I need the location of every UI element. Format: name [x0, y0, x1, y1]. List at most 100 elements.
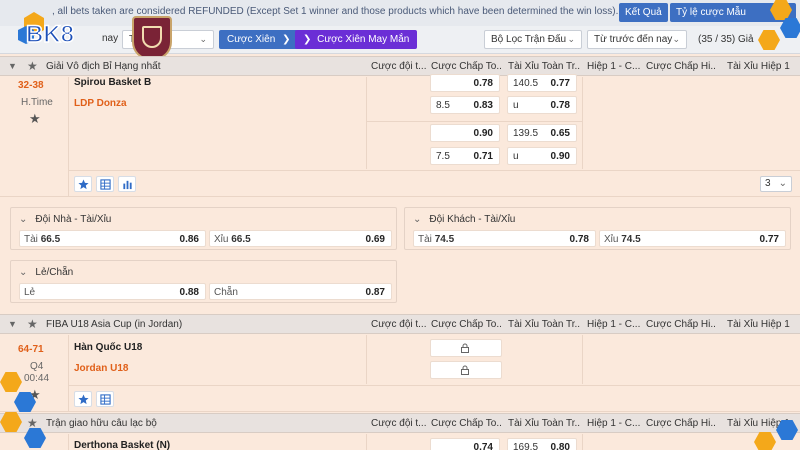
- odd-price: 0.77: [550, 78, 570, 89]
- odd-price: 0.90: [473, 128, 493, 139]
- odd-price: 0.83: [473, 100, 493, 111]
- lucky-arrow-icon: ❯: [303, 34, 312, 45]
- handicap-odd[interactable]: 0.78: [430, 74, 500, 92]
- lock-icon: [461, 365, 469, 375]
- odd-line: 8.5: [436, 100, 450, 111]
- odd-price: 0.78: [550, 100, 570, 111]
- results-button[interactable]: Kết Quả: [619, 3, 668, 22]
- league-header[interactable]: ▼ ★ FIBA U18 Asia Cup (in Jordan) Cược đ…: [0, 314, 800, 334]
- odd-price: 0.90: [550, 151, 570, 162]
- col-header-moneyline: Cược đội t...: [371, 319, 427, 330]
- collapse-icon[interactable]: ▼: [8, 61, 17, 71]
- total-odd[interactable]: 169.5 0.80: [507, 438, 577, 450]
- pick-label: Xỉu 66.5: [214, 234, 251, 245]
- lucky-parlay-button[interactable]: ❯ Cược Xiên May Mắn: [295, 30, 418, 49]
- locked-odd: [430, 339, 502, 357]
- handicap-odd[interactable]: 0.90: [430, 124, 500, 142]
- pick-label: Lẻ: [24, 287, 36, 298]
- pick-price: 0.69: [365, 234, 385, 245]
- col-header-1h-moneyline: Hiệp 1 - C...: [587, 319, 641, 330]
- col-header-total: Tài Xỉu Toàn Tr...: [508, 418, 580, 429]
- match-score: 32-38: [18, 80, 44, 91]
- lucky-parlay-label: Cược Xiên May Mắn: [317, 34, 410, 45]
- pick-price: 0.86: [179, 234, 199, 245]
- lock-icon: [461, 343, 469, 353]
- over-pick[interactable]: Tài 74.5 0.78: [413, 230, 596, 247]
- match-row: 64-71 Q4 00:44 ★ Hàn Quốc U18 Jordan U18: [0, 335, 800, 412]
- favorite-star-icon[interactable]: ★: [29, 111, 41, 127]
- odd-pick[interactable]: Lẻ 0.88: [19, 283, 206, 300]
- match-clock: 00:44: [24, 373, 50, 384]
- star-icon[interactable]: ★: [27, 416, 38, 430]
- col-header-1h-moneyline: Hiệp 1 - C...: [587, 61, 641, 72]
- favorite-star-icon[interactable]: [74, 391, 92, 407]
- pick-label: Chẵn: [214, 287, 238, 298]
- col-header-1h-moneyline: Hiệp 1 - C...: [587, 418, 641, 429]
- col-header-1h-total: Tài Xỉu Hiệp 1: [727, 319, 790, 330]
- col-header-total: Tài Xỉu Toàn Tr...: [508, 319, 580, 330]
- collapse-icon[interactable]: ▼: [8, 319, 17, 329]
- even-pick[interactable]: Chẵn 0.87: [209, 283, 392, 300]
- handicap-odd[interactable]: 0.74: [430, 438, 500, 450]
- favorite-star-icon[interactable]: [74, 176, 92, 192]
- match-row: 32-38 H.Time ★ Spirou Basket B LDP Donza…: [0, 74, 800, 197]
- total-odd[interactable]: 139.5 0.65: [507, 124, 577, 142]
- odd-line: u: [513, 100, 519, 111]
- odd-line: 140.5: [513, 78, 539, 89]
- stats-table-icon[interactable]: [96, 391, 114, 407]
- chevron-down-icon: ⌄: [413, 214, 422, 225]
- league-header[interactable]: ▼ ★ Trận giao hữu câu lạc bộ Cược đội t.…: [0, 413, 800, 433]
- match-score: 64-71: [18, 344, 44, 355]
- col-header-handicap: Cược Chấp To...: [431, 61, 501, 72]
- stats-table-icon[interactable]: [96, 176, 114, 192]
- col-header-moneyline: Cược đội t...: [371, 61, 427, 72]
- pick-price: 0.78: [569, 234, 589, 245]
- star-icon[interactable]: ★: [27, 59, 38, 73]
- chevron-down-icon: ⌄: [672, 34, 680, 44]
- handicap-odd[interactable]: 7.5 0.71: [430, 147, 500, 165]
- notice-bar: , all bets taken are considered REFUNDED…: [0, 0, 800, 26]
- league-name: FIBA U18 Asia Cup (in Jordan): [46, 319, 183, 330]
- odd-line: u: [513, 151, 519, 162]
- total-odd[interactable]: u 0.78: [507, 96, 577, 114]
- bar-chart-icon[interactable]: [118, 176, 136, 192]
- odd-price: 0.74: [473, 442, 493, 450]
- match-count: (35 / 35) Giả: [698, 34, 754, 45]
- match-period: Q4: [30, 361, 44, 372]
- under-pick[interactable]: Xỉu 74.5 0.77: [599, 230, 786, 247]
- handicap-odd[interactable]: 8.5 0.83: [430, 96, 500, 114]
- more-count: 3: [765, 178, 771, 189]
- chevron-down-icon: ⌄: [778, 178, 787, 189]
- col-header-moneyline: Cược đội t...: [371, 418, 427, 429]
- chevron-right-icon: ❯: [282, 34, 291, 45]
- chevron-down-icon: ⌄: [19, 214, 28, 225]
- more-markets-select[interactable]: 3 ⌄: [760, 176, 792, 192]
- pick-label: Tài 74.5: [418, 234, 455, 245]
- pick-price: 0.77: [759, 234, 779, 245]
- time-filter-select[interactable]: Từ trước đến nay ⌄: [587, 30, 687, 49]
- box-title: ⌄ Đội Nhà - Tài/Xỉu: [19, 214, 112, 225]
- chevron-down-icon: ⌄: [19, 267, 28, 278]
- col-header-handicap: Cược Chấp To...: [431, 418, 501, 429]
- home-team: Derthona Basket (N): [74, 440, 171, 450]
- over-pick[interactable]: Tài 66.5 0.86: [19, 230, 206, 247]
- match-filter-select[interactable]: Bộ Lọc Trận Đấu ⌄: [484, 30, 582, 49]
- col-header-1h-handicap: Cược Chấp Hi...: [646, 418, 716, 429]
- col-header-handicap: Cược Chấp To...: [431, 319, 501, 330]
- odd-price: 0.65: [550, 128, 570, 139]
- match-period: H.Time: [21, 97, 53, 108]
- league-header[interactable]: ▼ ★ Giải Vô địch Bỉ Hạng nhất Cược đội t…: [0, 56, 800, 76]
- col-header-1h-handicap: Cược Chấp Hi...: [646, 319, 716, 330]
- parlay-button[interactable]: Cược Xiên ❯: [219, 30, 299, 49]
- pick-price: 0.87: [365, 287, 385, 298]
- odd-price: 0.80: [550, 442, 570, 450]
- away-team: LDP Donza: [74, 98, 127, 109]
- total-odd[interactable]: u 0.90: [507, 147, 577, 165]
- under-pick[interactable]: Xỉu 66.5 0.69: [209, 230, 392, 247]
- match-row: Derthona Basket (N) 0.74 169.5 0.80: [0, 434, 800, 450]
- star-icon[interactable]: ★: [27, 317, 38, 331]
- total-odd[interactable]: 140.5 0.77: [507, 74, 577, 92]
- bk8-logo-text: BK8: [26, 21, 74, 48]
- away-over-under-box: ⌄ Đội Khách - Tài/Xỉu Tài 74.5 0.78 Xỉu 7…: [404, 207, 791, 250]
- box-title: ⌄ Lẻ/Chẵn: [19, 267, 74, 278]
